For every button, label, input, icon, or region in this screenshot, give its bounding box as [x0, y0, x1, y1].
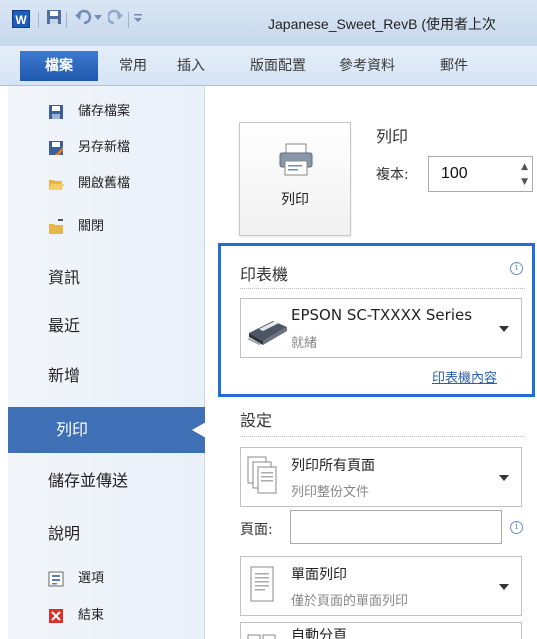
sidebar-item-label: 結束	[78, 608, 105, 623]
sidebar-item-label: 列印	[56, 420, 89, 439]
sides-sub: 僅於頁面的單面列印	[291, 594, 409, 609]
tab-insert[interactable]: 插入	[177, 53, 205, 79]
print-range-dropdown[interactable]: 列印所有頁面 列印整份文件	[240, 447, 522, 507]
collate-main: 自動分頁	[291, 628, 347, 639]
chevron-down-icon	[499, 326, 509, 332]
sidebar-item-recent[interactable]: 最近	[48, 306, 80, 346]
sidebar-item-save-and-send[interactable]: 儲存並傳送	[48, 461, 128, 501]
printer-properties-link[interactable]: 印表機內容	[432, 367, 497, 386]
options-icon	[48, 571, 64, 587]
all-pages-icon	[247, 456, 277, 494]
sides-dropdown[interactable]: 單面列印 僅於頁面的單面列印	[240, 556, 522, 616]
sidebar-item-save[interactable]: 儲存檔案	[48, 101, 130, 123]
sides-main: 單面列印	[291, 567, 347, 583]
sidebar-item-label: 關閉	[78, 219, 105, 234]
pages-label: 頁面:	[240, 522, 273, 538]
printer-icon	[279, 143, 313, 176]
save-icon	[49, 105, 63, 119]
printer-name: EPSON SC-TXXXX Series	[291, 306, 473, 324]
pages-input[interactable]	[290, 510, 502, 544]
sidebar-item-label: 另存新檔	[78, 140, 131, 155]
chevron-down-icon	[499, 475, 509, 481]
sidebar-item-print[interactable]: 列印	[8, 407, 206, 453]
separator	[128, 12, 129, 28]
sidebar-item-close[interactable]: 關閉	[48, 216, 104, 238]
print-section-title: 列印	[376, 127, 409, 146]
exit-icon	[49, 609, 63, 623]
document-title: Japanese_Sweet_RevB (使用者上次	[268, 16, 496, 32]
printer-device-icon	[247, 321, 287, 345]
ribbon-tabs: 檔案 常用 插入 版面配置 參考資料 郵件	[0, 46, 537, 86]
tab-home[interactable]: 常用	[119, 53, 147, 79]
word-logo-icon[interactable]: W	[12, 10, 30, 28]
redo-icon[interactable]	[108, 9, 124, 25]
spin-up-icon[interactable]: ▲	[521, 162, 528, 172]
one-sided-icon	[250, 566, 274, 602]
sidebar-item-exit[interactable]: 結束	[48, 605, 104, 627]
sidebar-item-new[interactable]: 新增	[48, 356, 80, 396]
separator	[66, 12, 67, 28]
open-folder-icon	[49, 180, 64, 190]
divider	[240, 288, 525, 289]
backstage-sidebar	[0, 86, 205, 639]
collate-icon	[247, 634, 276, 639]
info-icon[interactable]: i	[510, 521, 523, 534]
copies-label: 複本:	[376, 167, 409, 183]
sidebar-edge	[0, 86, 8, 639]
printer-section-title: 印表機	[240, 265, 289, 284]
divider	[240, 436, 525, 437]
tab-file[interactable]: 檔案	[20, 51, 98, 81]
close-folder-icon	[49, 219, 63, 234]
sidebar-item-help[interactable]: 說明	[48, 514, 80, 554]
sidebar-item-label: 開啟舊檔	[78, 176, 131, 191]
printer-dropdown[interactable]: EPSON SC-TXXXX Series 就緒	[240, 298, 522, 358]
sidebar-item-label: 儲存檔案	[78, 104, 131, 119]
printer-status: 就緒	[291, 336, 318, 351]
tab-references[interactable]: 參考資料	[339, 53, 395, 79]
chevron-down-icon	[499, 584, 509, 590]
info-icon[interactable]: i	[510, 262, 523, 275]
spin-down-icon[interactable]: ▼	[521, 177, 528, 187]
sidebar-item-info[interactable]: 資訊	[48, 258, 80, 298]
print-button[interactable]: 列印	[239, 122, 351, 236]
save-as-icon	[49, 141, 63, 155]
sidebar-item-save-as[interactable]: 另存新檔	[48, 137, 130, 159]
copies-stepper[interactable]: 100 ▲ ▼	[428, 156, 533, 192]
sidebar-item-label: 選項	[78, 571, 105, 586]
sidebar-item-options[interactable]: 選項	[48, 568, 104, 590]
tab-mailings[interactable]: 郵件	[440, 53, 468, 79]
print-range-sub: 列印整份文件	[291, 485, 370, 500]
separator	[38, 12, 39, 28]
settings-section-title: 設定	[240, 411, 273, 430]
print-range-main: 列印所有頁面	[291, 458, 375, 474]
tab-page-layout[interactable]: 版面配置	[250, 53, 306, 79]
print-button-label: 列印	[281, 192, 309, 208]
title-bar: W Japanese_Sweet_RevB (使用者上次	[0, 0, 537, 46]
undo-icon[interactable]	[74, 9, 104, 25]
save-icon[interactable]	[46, 9, 62, 25]
collate-dropdown[interactable]: 自動分頁	[240, 622, 522, 639]
sidebar-item-open[interactable]: 開啟舊檔	[48, 173, 130, 195]
customize-icon[interactable]	[132, 9, 144, 25]
copies-value: 100	[441, 165, 468, 182]
